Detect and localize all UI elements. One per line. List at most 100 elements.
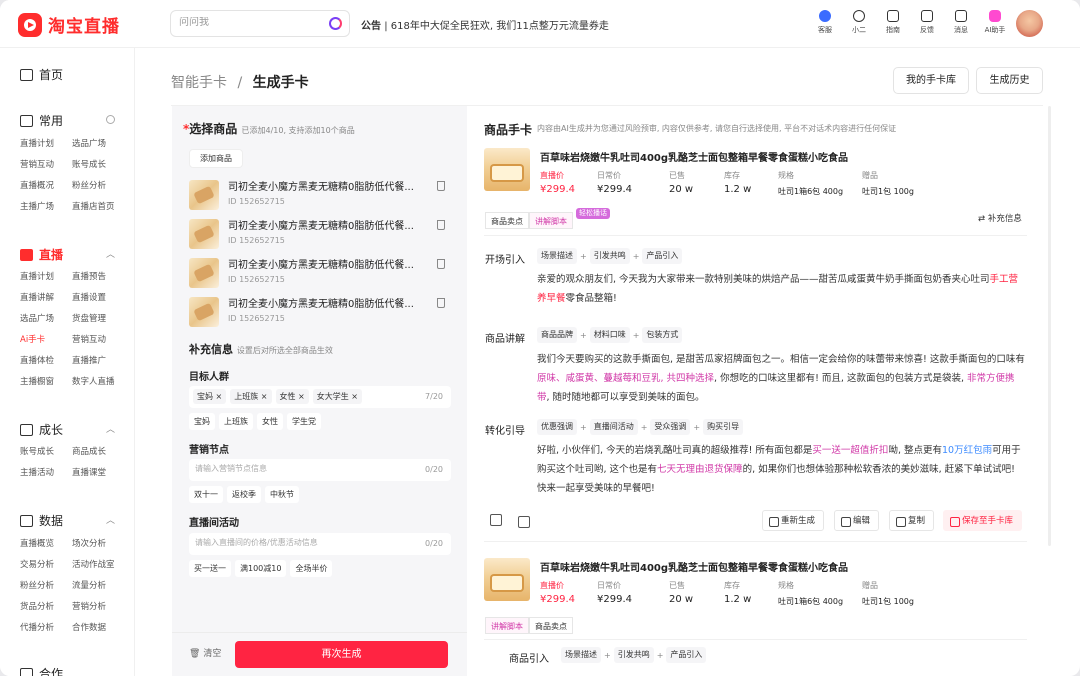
thumbs-down-icon[interactable]: [518, 516, 530, 528]
tab-script[interactable]: 讲解脚本: [529, 212, 573, 229]
sidebar-item[interactable]: 直播预告: [72, 267, 124, 288]
delete-icon[interactable]: [437, 220, 445, 230]
generation-history-button[interactable]: 生成历史: [976, 67, 1043, 94]
audience-chip[interactable]: 学生党: [287, 413, 321, 430]
sidebar-section-data[interactable]: 数据: [20, 512, 63, 529]
sidebar-item[interactable]: 流量分析: [72, 576, 124, 597]
delete-icon[interactable]: [437, 259, 445, 269]
sidebar-item[interactable]: 主播橱窗: [20, 372, 72, 393]
settings-icon[interactable]: [106, 115, 115, 124]
search-input[interactable]: [179, 17, 324, 28]
live-activity-field[interactable]: 0/20: [189, 533, 451, 555]
chevron-up-icon[interactable]: ︿: [106, 247, 115, 260]
audience-chip[interactable]: 女性: [257, 413, 283, 430]
audience-tag[interactable]: 宝妈 ×: [193, 389, 227, 404]
activity-chip[interactable]: 买一送一: [189, 560, 231, 577]
sidebar-item[interactable]: 直播店首页: [72, 197, 124, 218]
regenerate-card-button[interactable]: 重新生成: [762, 510, 825, 531]
audience-field[interactable]: 宝妈 × 上班族 × 女性 × 女大学生 × 7/20: [189, 386, 451, 408]
header-service[interactable]: 客服: [808, 10, 842, 35]
audience-tag[interactable]: 女大学生 ×: [312, 389, 362, 404]
product-item[interactable]: 司初全麦小魔方黑麦无糖精0脂肪低代餐... ID 152652715: [189, 177, 451, 213]
sidebar-home[interactable]: 首页: [20, 66, 63, 83]
marketing-chip[interactable]: 中秋节: [265, 486, 299, 503]
regenerate-button[interactable]: 再次生成: [235, 641, 448, 668]
sidebar-section-common[interactable]: 常用: [20, 112, 63, 129]
audience-tag[interactable]: 女性 ×: [275, 389, 309, 404]
edit-button[interactable]: 编辑: [834, 510, 880, 531]
tab-selling-points[interactable]: 商品卖点: [485, 212, 529, 229]
audience-tag[interactable]: 上班族 ×: [230, 389, 272, 404]
sidebar-item[interactable]: 主播广场: [20, 197, 72, 218]
header-staff[interactable]: 小二: [842, 10, 876, 35]
sidebar-item[interactable]: 直播概况: [20, 176, 72, 197]
header-feedback[interactable]: 反馈: [910, 10, 944, 35]
sidebar-item[interactable]: 直播计划: [20, 134, 72, 155]
header-ai-assistant[interactable]: AI助手: [978, 10, 1012, 35]
sidebar-item[interactable]: 直播课堂: [72, 463, 124, 484]
sidebar-item[interactable]: 货盘管理: [72, 309, 124, 330]
sidebar-item[interactable]: 代播分析: [20, 618, 72, 639]
sidebar-item[interactable]: 直播推广: [72, 351, 124, 372]
activity-chip[interactable]: 满100减10: [235, 560, 287, 577]
ai-search-icon[interactable]: [329, 17, 342, 30]
sidebar-item[interactable]: 直播体检: [20, 351, 72, 372]
supplement-info-button[interactable]: ⇄ 补充信息: [978, 212, 1022, 224]
add-product-button[interactable]: 添加商品: [189, 149, 243, 168]
product-item[interactable]: 司初全麦小魔方黑麦无糖精0脂肪低代餐... ID 152652715: [189, 294, 451, 330]
sidebar-section-cooperation[interactable]: 合作: [20, 665, 63, 676]
sidebar-item[interactable]: 粉丝分析: [72, 176, 124, 197]
announcement[interactable]: 公告 | 618年中大促全民狂欢, 我们11点整万元流量券走: [361, 17, 609, 32]
header-guide[interactable]: 指南: [876, 10, 910, 35]
my-card-library-button[interactable]: 我的手卡库: [893, 67, 969, 94]
sidebar-item[interactable]: 合作数据: [72, 618, 124, 639]
thumbs-up-icon[interactable]: [490, 514, 502, 526]
audience-chip[interactable]: 宝妈: [189, 413, 215, 430]
sidebar-item[interactable]: 粉丝分析: [20, 576, 72, 597]
live-activity-input[interactable]: [195, 538, 415, 547]
user-avatar[interactable]: [1016, 10, 1043, 37]
sidebar-item[interactable]: 场次分析: [72, 534, 124, 555]
copy-button[interactable]: 复制: [889, 510, 935, 531]
taobao-live-logo[interactable]: 淘宝直播: [18, 12, 120, 37]
tab-selling-points[interactable]: 商品卖点: [529, 617, 573, 634]
chevron-up-icon[interactable]: ︿: [106, 422, 115, 435]
sidebar-item[interactable]: 选品广场: [20, 309, 72, 330]
marketing-node-input[interactable]: [195, 464, 415, 473]
sidebar-item[interactable]: 营销互动: [20, 155, 72, 176]
delete-icon[interactable]: [437, 298, 445, 308]
product-item[interactable]: 司初全麦小魔方黑麦无糖精0脂肪低代餐... ID 152652715: [189, 216, 451, 252]
sidebar-item[interactable]: 主播活动: [20, 463, 72, 484]
sidebar-item[interactable]: 直播概览: [20, 534, 72, 555]
sidebar-item[interactable]: 账号成长: [20, 442, 72, 463]
sidebar-item[interactable]: 货品分析: [20, 597, 72, 618]
delete-icon[interactable]: [437, 181, 445, 191]
marketing-chip[interactable]: 双十一: [189, 486, 223, 503]
chevron-up-icon[interactable]: ︿: [106, 513, 115, 526]
sidebar-item[interactable]: 活动作战室: [72, 555, 124, 576]
sidebar-item[interactable]: 直播计划: [20, 267, 72, 288]
sidebar-item[interactable]: 营销分析: [72, 597, 124, 618]
sidebar-item[interactable]: 选品广场: [72, 134, 124, 155]
product-item[interactable]: 司初全麦小魔方黑麦无糖精0脂肪低代餐... ID 152652715: [189, 255, 451, 291]
sidebar-item[interactable]: 商品成长: [72, 442, 124, 463]
sidebar-item[interactable]: 数字人直播: [72, 372, 124, 393]
sidebar-section-growth[interactable]: 成长: [20, 421, 63, 438]
sidebar-section-live[interactable]: 直播: [20, 246, 63, 263]
sidebar-item-ai-card[interactable]: Ai手卡: [20, 330, 72, 351]
sidebar-item[interactable]: 营销互动: [72, 330, 124, 351]
search-box[interactable]: [170, 10, 350, 37]
save-to-library-button[interactable]: 保存至手卡库: [943, 510, 1023, 531]
header-message[interactable]: 消息: [944, 10, 978, 35]
scrollbar[interactable]: [1048, 106, 1051, 546]
sidebar-item[interactable]: 直播设置: [72, 288, 124, 309]
marketing-node-field[interactable]: 0/20: [189, 459, 451, 481]
sidebar-item[interactable]: 交易分析: [20, 555, 72, 576]
breadcrumb-parent[interactable]: 智能手卡: [171, 75, 227, 91]
activity-chip[interactable]: 全场半价: [290, 560, 333, 577]
sidebar-item[interactable]: 直播讲解: [20, 288, 72, 309]
tab-script[interactable]: 讲解脚本: [485, 617, 529, 634]
audience-chip[interactable]: 上班族: [219, 413, 253, 430]
marketing-chip[interactable]: 返校季: [227, 486, 261, 503]
sidebar-item[interactable]: 账号成长: [72, 155, 124, 176]
